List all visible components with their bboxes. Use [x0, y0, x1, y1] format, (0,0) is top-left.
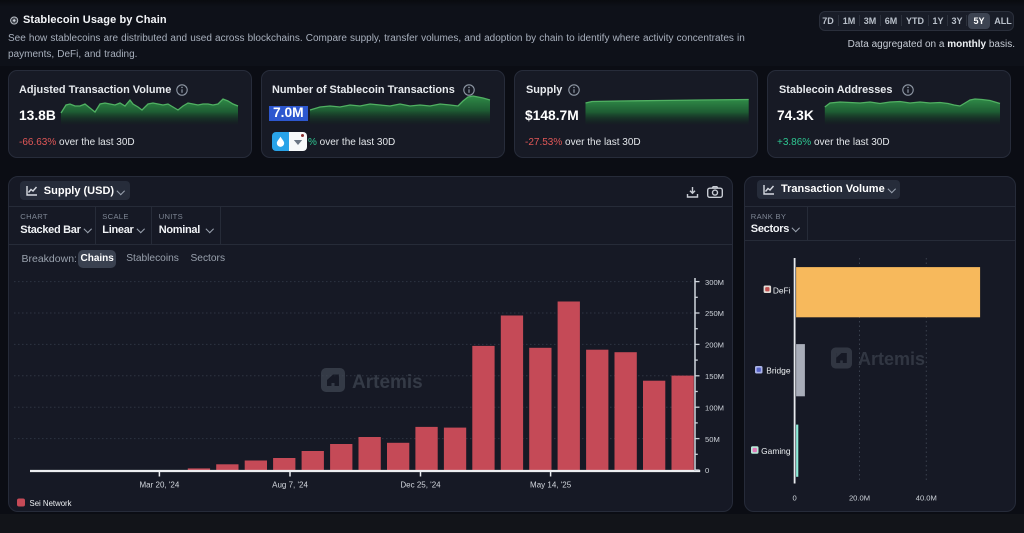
svg-text:Dec 25, '24: Dec 25, '24 — [400, 481, 441, 490]
svg-text:Mar 20, '24: Mar 20, '24 — [140, 481, 180, 490]
svg-text:Artemis: Artemis — [352, 372, 423, 393]
svg-text:Gaming: Gaming — [761, 446, 791, 456]
svg-text:50M: 50M — [705, 435, 720, 444]
svg-text:Artemis: Artemis — [858, 349, 925, 369]
svg-text:150M: 150M — [705, 372, 724, 381]
svg-text:May 14, '25: May 14, '25 — [530, 481, 572, 490]
svg-text:100M: 100M — [705, 403, 724, 412]
svg-text:200M: 200M — [705, 341, 724, 350]
svg-text:DeFi: DeFi — [773, 286, 791, 296]
svg-text:300M: 300M — [705, 278, 724, 287]
svg-text:0: 0 — [705, 466, 709, 475]
svg-text:Sei Network: Sei Network — [30, 499, 72, 508]
svg-text:40.0M: 40.0M — [916, 494, 937, 503]
svg-text:0: 0 — [792, 494, 796, 503]
svg-text:Bridge: Bridge — [766, 366, 791, 376]
svg-text:20.0M: 20.0M — [849, 494, 870, 503]
svg-text:Aug 7, '24: Aug 7, '24 — [272, 481, 308, 490]
svg-text:250M: 250M — [705, 309, 724, 318]
